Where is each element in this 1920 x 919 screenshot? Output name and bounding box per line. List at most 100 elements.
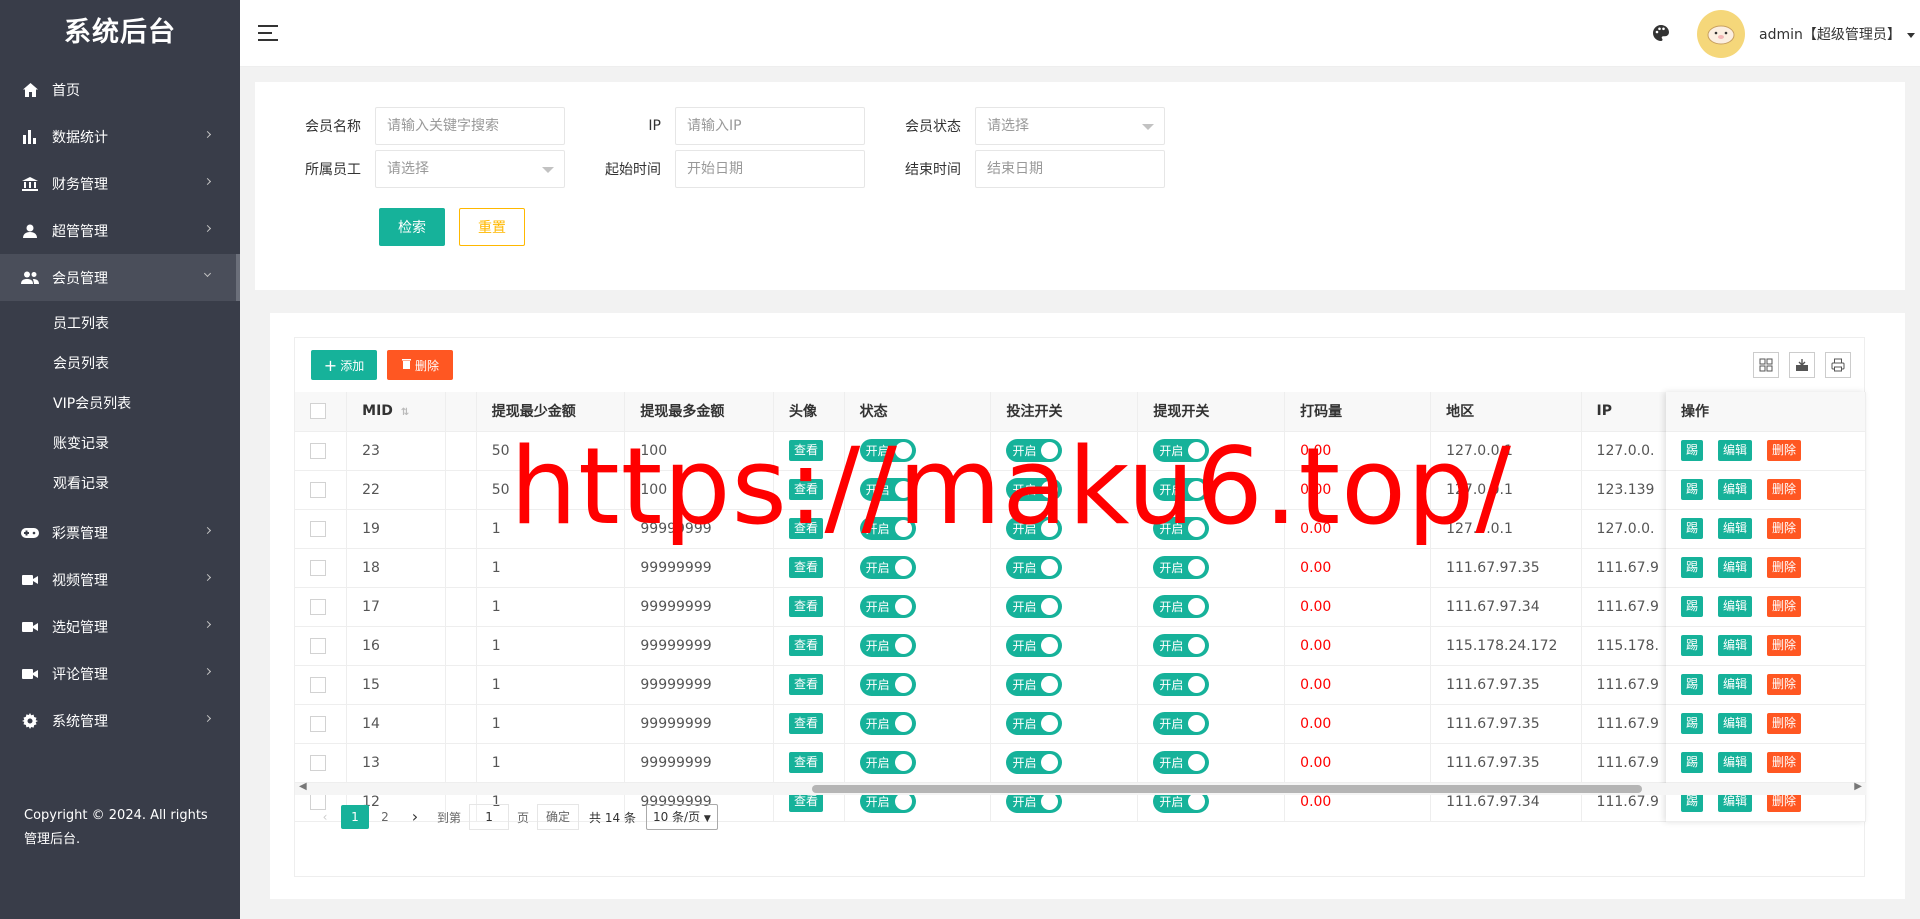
kick-button[interactable]: 踢 — [1681, 635, 1704, 656]
delete-row-button[interactable]: 删除 — [1767, 674, 1802, 695]
sidebar-item-member[interactable]: 会员管理 — [0, 254, 240, 301]
delete-row-button[interactable]: 删除 — [1767, 479, 1802, 500]
bet-toggle[interactable]: 开启 — [1006, 751, 1063, 774]
sidebar-item-finance[interactable]: 财务管理 — [0, 160, 240, 207]
status-toggle[interactable]: 开启 — [859, 595, 916, 618]
col-mid[interactable]: MID ⇅ — [346, 392, 446, 432]
member-status-select[interactable]: 请选择 — [975, 107, 1165, 145]
withdraw-toggle[interactable]: 开启 — [1153, 712, 1210, 735]
delete-row-button[interactable]: 删除 — [1767, 440, 1802, 461]
page-2[interactable]: 2 — [371, 805, 399, 829]
withdraw-toggle[interactable]: 开启 — [1153, 634, 1210, 657]
row-checkbox[interactable] — [310, 559, 326, 576]
bet-toggle[interactable]: 开启 — [1006, 712, 1063, 735]
avatar[interactable] — [1697, 10, 1745, 58]
delete-row-button[interactable]: 删除 — [1767, 713, 1802, 734]
edit-button[interactable]: 编辑 — [1718, 596, 1753, 617]
columns-icon[interactable] — [1753, 352, 1779, 378]
scrollbar-thumb[interactable] — [812, 785, 1642, 793]
kick-button[interactable]: 踢 — [1681, 518, 1704, 539]
kick-button[interactable]: 踢 — [1681, 713, 1704, 734]
row-checkbox[interactable] — [310, 442, 326, 459]
page-1[interactable]: 1 — [341, 805, 369, 829]
edit-button[interactable]: 编辑 — [1718, 635, 1753, 656]
edit-button[interactable]: 编辑 — [1718, 713, 1753, 734]
menu-toggle-icon[interactable] — [258, 25, 278, 41]
next-page-icon[interactable]: › — [401, 805, 429, 829]
kick-button[interactable]: 踢 — [1681, 479, 1704, 500]
withdraw-toggle[interactable]: 开启 — [1153, 751, 1210, 774]
user-menu[interactable]: admin【超级管理员】 — [1759, 24, 1915, 44]
goto-confirm-button[interactable]: 确定 — [537, 804, 580, 830]
delete-row-button[interactable]: 删除 — [1767, 557, 1802, 578]
prev-page-icon[interactable]: ‹ — [311, 805, 339, 829]
sort-icon[interactable]: ⇅ — [401, 407, 409, 418]
member-name-input[interactable]: 请输入关键字搜索 — [375, 107, 565, 145]
add-button[interactable]: + 添加 — [311, 350, 377, 380]
delete-row-button[interactable]: 删除 — [1767, 752, 1802, 773]
submenu-item[interactable]: 员工列表 — [0, 304, 240, 344]
status-toggle[interactable]: 开启 — [859, 673, 916, 696]
batch-delete-button[interactable]: 删除 — [387, 350, 453, 380]
bet-toggle[interactable]: 开启 — [1006, 595, 1063, 618]
scroll-left-icon[interactable]: ◀ — [299, 781, 307, 792]
staff-select[interactable]: 请选择 — [375, 150, 565, 188]
row-checkbox[interactable] — [310, 754, 326, 771]
search-button[interactable]: 检索 — [379, 208, 445, 246]
row-checkbox[interactable] — [310, 481, 326, 498]
page-size-select[interactable]: 10 条/页 ▼ — [645, 804, 718, 830]
edit-button[interactable]: 编辑 — [1718, 518, 1753, 539]
kick-button[interactable]: 踢 — [1681, 440, 1704, 461]
kick-button[interactable]: 踢 — [1681, 557, 1704, 578]
view-avatar-button[interactable]: 查看 — [789, 713, 824, 734]
ip-input[interactable]: 请输入IP — [675, 107, 865, 145]
status-toggle[interactable]: 开启 — [859, 751, 916, 774]
status-toggle[interactable]: 开启 — [859, 556, 916, 579]
end-date-input[interactable]: 结束日期 — [975, 150, 1165, 188]
sidebar-item-admin[interactable]: 超管管理 — [0, 207, 240, 254]
export-icon[interactable] — [1789, 352, 1815, 378]
sidebar-item-lottery[interactable]: 彩票管理 — [0, 509, 240, 556]
start-date-input[interactable]: 开始日期 — [675, 150, 865, 188]
bet-toggle[interactable]: 开启 — [1006, 634, 1063, 657]
withdraw-toggle[interactable]: 开启 — [1153, 556, 1210, 579]
submenu-item[interactable]: 观看记录 — [0, 464, 240, 504]
row-checkbox[interactable] — [310, 598, 326, 615]
sidebar-item-comment[interactable]: 评论管理 — [0, 650, 240, 697]
kick-button[interactable]: 踢 — [1681, 674, 1704, 695]
sidebar-item-stats[interactable]: 数据统计 — [0, 113, 240, 160]
view-avatar-button[interactable]: 查看 — [789, 674, 824, 695]
sidebar-item-system[interactable]: 系统管理 — [0, 697, 240, 744]
kick-button[interactable]: 踢 — [1681, 596, 1704, 617]
submenu-item[interactable]: 会员列表 — [0, 344, 240, 384]
edit-button[interactable]: 编辑 — [1718, 479, 1753, 500]
palette-icon[interactable] — [1651, 23, 1671, 43]
edit-button[interactable]: 编辑 — [1718, 557, 1753, 578]
view-avatar-button[interactable]: 查看 — [789, 635, 824, 656]
reset-button[interactable]: 重置 — [459, 208, 525, 246]
delete-row-button[interactable]: 删除 — [1767, 518, 1802, 539]
bet-toggle[interactable]: 开启 — [1006, 556, 1063, 579]
sidebar-item-concubine[interactable]: 选妃管理 — [0, 603, 240, 650]
kick-button[interactable]: 踢 — [1681, 752, 1704, 773]
edit-button[interactable]: 编辑 — [1718, 752, 1753, 773]
bet-toggle[interactable]: 开启 — [1006, 673, 1063, 696]
edit-button[interactable]: 编辑 — [1718, 440, 1753, 461]
submenu-item[interactable]: 账变记录 — [0, 424, 240, 464]
delete-row-button[interactable]: 删除 — [1767, 635, 1802, 656]
print-icon[interactable] — [1825, 352, 1851, 378]
delete-row-button[interactable]: 删除 — [1767, 596, 1802, 617]
status-toggle[interactable]: 开启 — [859, 712, 916, 735]
row-checkbox[interactable] — [310, 637, 326, 654]
edit-button[interactable]: 编辑 — [1718, 674, 1753, 695]
withdraw-toggle[interactable]: 开启 — [1153, 595, 1210, 618]
scroll-right-icon[interactable]: ▶ — [1854, 781, 1862, 792]
view-avatar-button[interactable]: 查看 — [789, 596, 824, 617]
goto-page-input[interactable]: 1 — [469, 804, 510, 830]
row-checkbox[interactable] — [310, 520, 326, 537]
view-avatar-button[interactable]: 查看 — [789, 752, 824, 773]
sidebar-item-video[interactable]: 视频管理 — [0, 556, 240, 603]
sidebar-item-home[interactable]: 首页 — [0, 66, 240, 113]
select-all-checkbox[interactable] — [310, 403, 326, 420]
view-avatar-button[interactable]: 查看 — [789, 557, 824, 578]
